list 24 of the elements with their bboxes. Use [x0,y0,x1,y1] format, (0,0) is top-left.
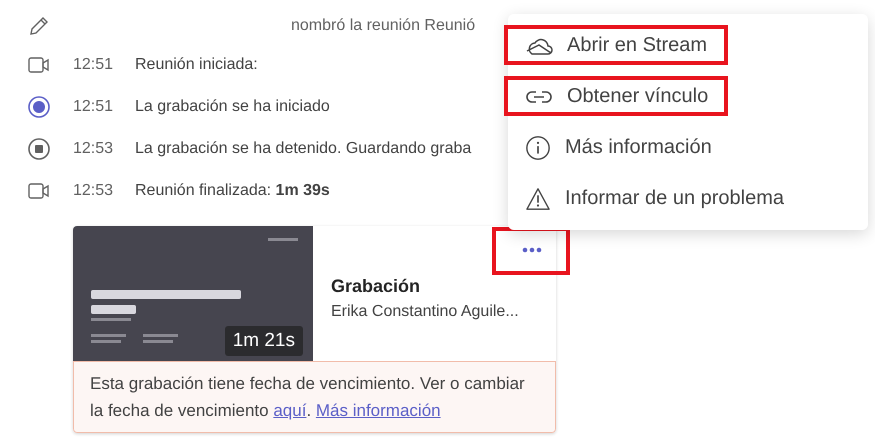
here-link[interactable]: aquí [273,401,306,420]
menu-item[interactable]: Informar de un problema [508,173,868,224]
menu-item[interactable]: Obtener vínculo [508,71,868,122]
event-text: Reunión finalizada: 1m 39s [135,182,330,200]
menu-item[interactable]: Más información [508,122,868,173]
recording-title: Grabación [331,276,422,297]
more-info-link[interactable]: Más información [316,401,441,420]
event-text: nombró la reunión Reunió [291,17,476,35]
notice-text: Esta grabación tiene fecha de vencimiento. Ver o cambiar la fecha de vencimiento aquí. Más información [90,373,526,422]
event-text: Reunión iniciada: [135,56,258,74]
event-time: 12:51 [73,98,114,116]
event-time: 12:53 [73,182,114,200]
event-time: 12:51 [73,56,114,74]
info-icon [525,134,551,160]
menu-item[interactable]: Abrir en Stream [508,20,868,71]
duration-badge: 1m 21s [224,326,303,356]
recording-owner: Erika Constantino Aguile... [331,303,519,321]
warning-icon [525,186,551,210]
more-icon [522,247,542,253]
event-text: La grabación se ha iniciado [135,98,330,116]
event-text: La grabación se ha detenido. Guardando graba [135,140,472,158]
stop-icon [27,137,51,161]
event-time: 12:53 [73,140,114,158]
record-icon [27,95,51,119]
